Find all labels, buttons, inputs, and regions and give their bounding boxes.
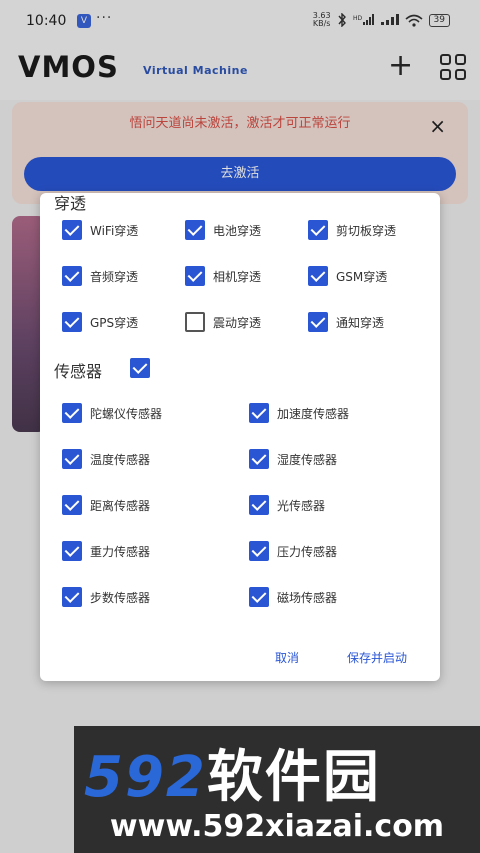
checkbox-sensors-8[interactable]: 步数传感器 bbox=[62, 587, 150, 607]
app-notification-icon: V bbox=[77, 14, 91, 28]
app-logo: VMOS bbox=[18, 50, 119, 84]
checkbox-label: 通知穿透 bbox=[336, 315, 385, 330]
checkbox-label: 步数传感器 bbox=[90, 590, 151, 605]
signal-icon bbox=[380, 14, 399, 25]
signal-hd-icon: HD bbox=[353, 14, 374, 25]
checkbox-checked-icon bbox=[62, 403, 82, 423]
status-indicators: 3.63 KB/s HD 39 bbox=[313, 12, 450, 28]
checkbox-sensors-7[interactable]: 压力传感器 bbox=[249, 541, 337, 561]
svg-text:HD: HD bbox=[353, 15, 363, 22]
settings-dialog: 穿透 WiFi穿透 电池穿透 剪切板穿透音频穿透 相机穿透 GSM穿透 GPS穿透 震动穿透… bbox=[40, 193, 440, 681]
app-header: VMOS Virtual Machine + bbox=[0, 44, 480, 100]
checkbox-passthrough-5[interactable]: GSM穿透 bbox=[308, 266, 387, 286]
checkbox-checked-icon bbox=[249, 403, 269, 423]
checkbox-label: 距离传感器 bbox=[90, 498, 151, 513]
checkbox-label: 磁场传感器 bbox=[277, 590, 338, 605]
checkbox-passthrough-3[interactable]: 音频穿透 bbox=[62, 266, 138, 286]
checkbox-sensors-4[interactable]: 距离传感器 bbox=[62, 495, 150, 515]
checkbox-label: GPS穿透 bbox=[90, 315, 139, 330]
more-notifications-icon: ··· bbox=[96, 10, 113, 26]
checkbox-passthrough-6[interactable]: GPS穿透 bbox=[62, 312, 138, 332]
checkbox-checked-icon bbox=[249, 587, 269, 607]
add-icon[interactable]: + bbox=[388, 51, 413, 81]
checkbox-checked-icon bbox=[249, 495, 269, 515]
checkbox-checked-icon bbox=[62, 266, 82, 286]
checkbox-unchecked-icon bbox=[185, 312, 205, 332]
checkbox-sensors-9[interactable]: 磁场传感器 bbox=[249, 587, 337, 607]
checkbox-sensors-1[interactable]: 加速度传感器 bbox=[249, 403, 349, 423]
watermark-url: www.592xiazai.com bbox=[109, 809, 445, 844]
checkbox-label: WiFi穿透 bbox=[90, 223, 139, 238]
checkbox-checked-icon bbox=[62, 541, 82, 561]
checkbox-checked-icon bbox=[62, 312, 82, 332]
checkbox-passthrough-8[interactable]: 通知穿透 bbox=[308, 312, 384, 332]
watermark-title: 592软件园 bbox=[84, 745, 381, 810]
checkbox-checked-icon bbox=[185, 220, 205, 240]
checkbox-checked-icon bbox=[185, 266, 205, 286]
checkbox-label: 相机穿透 bbox=[213, 269, 262, 284]
checkbox-label: 加速度传感器 bbox=[277, 406, 350, 421]
checkbox-checked-icon bbox=[308, 266, 328, 286]
passthrough-section-title: 穿透 bbox=[54, 194, 87, 213]
checkbox-label: 压力传感器 bbox=[277, 544, 338, 559]
save-and-start-button[interactable]: 保存并启动 bbox=[347, 649, 407, 666]
cancel-button[interactable]: 取消 bbox=[275, 649, 299, 666]
wifi-icon bbox=[405, 14, 423, 27]
checkbox-sensors-5[interactable]: 光传感器 bbox=[249, 495, 325, 515]
checkbox-sensors-2[interactable]: 温度传感器 bbox=[62, 449, 150, 469]
watermark: 592软件园 www.592xiazai.com bbox=[74, 726, 480, 853]
battery-icon: 39 bbox=[428, 13, 450, 27]
checkbox-checked-icon bbox=[62, 220, 82, 240]
checkbox-label: 震动穿透 bbox=[213, 315, 262, 330]
checkbox-checked-icon bbox=[308, 220, 328, 240]
app-subtitle: Virtual Machine bbox=[143, 64, 248, 77]
checkbox-label: 温度传感器 bbox=[90, 452, 151, 467]
grid-view-icon[interactable] bbox=[440, 54, 466, 80]
close-icon[interactable]: × bbox=[429, 114, 446, 138]
checkbox-label: 电池穿透 bbox=[213, 223, 262, 238]
bluetooth-icon bbox=[338, 13, 346, 27]
sensor-master-checkbox[interactable] bbox=[130, 358, 150, 378]
checkbox-sensors-0[interactable]: 陀螺仪传感器 bbox=[62, 403, 162, 423]
checkbox-label: 重力传感器 bbox=[90, 544, 151, 559]
checkbox-passthrough-4[interactable]: 相机穿透 bbox=[185, 266, 261, 286]
status-bar: 10:40 V ··· 3.63 KB/s HD 39 bbox=[0, 0, 480, 44]
checkbox-passthrough-2[interactable]: 剪切板穿透 bbox=[308, 220, 396, 240]
activate-button[interactable]: 去激活 bbox=[24, 157, 456, 191]
checkbox-label: 剪切板穿透 bbox=[336, 223, 397, 238]
network-speed: 3.63 KB/s bbox=[312, 11, 331, 28]
activation-message: 悟问天道尚未激活，激活才可正常运行 bbox=[129, 116, 351, 131]
checkbox-checked-icon bbox=[130, 358, 150, 378]
checkbox-checked-icon bbox=[308, 312, 328, 332]
status-time: 10:40 bbox=[26, 13, 67, 29]
checkbox-label: 湿度传感器 bbox=[277, 452, 338, 467]
checkbox-checked-icon bbox=[62, 587, 82, 607]
checkbox-label: 陀螺仪传感器 bbox=[90, 406, 163, 421]
checkbox-checked-icon bbox=[62, 449, 82, 469]
checkbox-passthrough-0[interactable]: WiFi穿透 bbox=[62, 220, 138, 240]
checkbox-label: 音频穿透 bbox=[90, 269, 139, 284]
checkbox-label: 光传感器 bbox=[277, 498, 326, 513]
checkbox-passthrough-1[interactable]: 电池穿透 bbox=[185, 220, 261, 240]
checkbox-sensors-6[interactable]: 重力传感器 bbox=[62, 541, 150, 561]
checkbox-checked-icon bbox=[62, 495, 82, 515]
sensor-section-title: 传感器 bbox=[54, 362, 103, 381]
checkbox-label: GSM穿透 bbox=[336, 269, 388, 284]
checkbox-checked-icon bbox=[249, 541, 269, 561]
checkbox-checked-icon bbox=[249, 449, 269, 469]
checkbox-passthrough-7[interactable]: 震动穿透 bbox=[185, 312, 261, 332]
checkbox-sensors-3[interactable]: 湿度传感器 bbox=[249, 449, 337, 469]
